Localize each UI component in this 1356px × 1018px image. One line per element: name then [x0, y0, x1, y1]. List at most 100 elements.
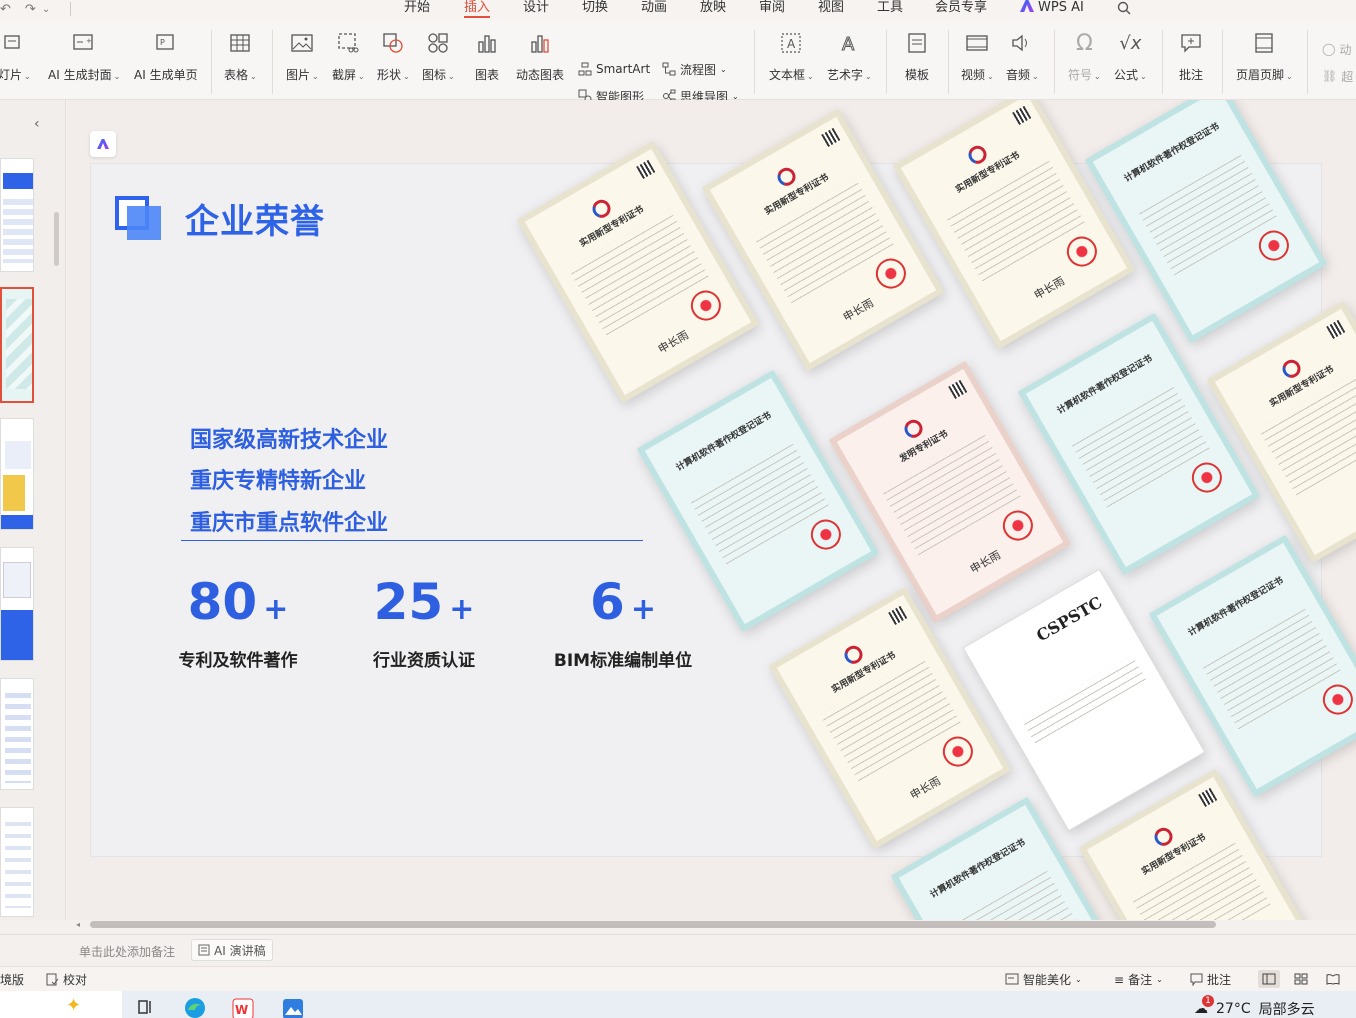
certificate-text-lines — [819, 655, 963, 784]
thumbnail-block — [1, 515, 33, 529]
slide-thumbnail-pane: ‹ — [0, 100, 66, 920]
normal-view-icon[interactable] — [1258, 970, 1280, 988]
ribbon-separator — [754, 30, 755, 94]
ai-cover-button[interactable]: + AI 生成封面 ⌄ — [48, 30, 120, 92]
weather-widget[interactable]: ☁ 1 27°C 局部多云 — [1194, 995, 1315, 1018]
shape-button[interactable]: 形状 ⌄ — [377, 30, 410, 92]
slide-thumbnail[interactable] — [0, 547, 34, 661]
scroll-left-icon[interactable]: ◂ — [76, 920, 80, 929]
ai-single-button[interactable]: P AI 生成单页 — [134, 30, 198, 92]
table-button[interactable]: 表格 ⌄ — [224, 30, 257, 92]
task-view-icon[interactable] — [136, 997, 158, 1018]
seal-icon — [937, 731, 979, 773]
certificate-text-lines — [1199, 603, 1343, 732]
slide-thumbnail-current[interactable] — [0, 287, 34, 403]
redo-icon[interactable]: ↷ — [25, 2, 36, 17]
beautify-label: 智能美化 — [1023, 973, 1072, 987]
picture-icon — [289, 30, 315, 56]
dynamic-chart-button[interactable]: 动态图表 — [516, 30, 564, 92]
search-icon[interactable] — [1117, 1, 1131, 15]
comment-toggle-label: 批注 — [1207, 973, 1232, 987]
menu-insert[interactable]: 插入 — [464, 0, 491, 18]
notes-toggle-button[interactable]: ≡ 备注 ⌄ — [1114, 971, 1163, 988]
menu-animation[interactable]: 动画 — [641, 0, 667, 18]
slide-thumbnail[interactable] — [0, 158, 34, 272]
stat-bim[interactable]: 6 + BIM标准编制单位 — [528, 572, 718, 671]
menu-home[interactable]: 开始 — [404, 0, 430, 18]
menu-slideshow[interactable]: 放映 — [700, 0, 726, 18]
ai-single-label: AI 生成单页 — [134, 68, 198, 82]
comment-button[interactable]: 批注 — [1178, 30, 1204, 92]
comment-toggle-button[interactable]: 批注 — [1190, 971, 1231, 988]
menu-transition[interactable]: 切换 — [582, 0, 608, 18]
stat-certifications[interactable]: 25 + 行业资质认证 — [329, 572, 519, 671]
certificate-text-lines — [1068, 381, 1212, 510]
ribbon-separator — [211, 30, 212, 94]
screenshot-button[interactable]: 截屏 ⌄ — [332, 30, 365, 92]
notes-placeholder[interactable]: 单击此处添加备注 — [79, 943, 175, 960]
wordart-button[interactable]: A 艺术字 ⌄ — [827, 30, 872, 92]
header-footer-button[interactable]: 页眉页脚 ⌄ — [1236, 30, 1293, 92]
ai-page-icon: P — [153, 30, 179, 56]
reading-view-icon[interactable] — [1322, 970, 1344, 988]
thumbnail-scrollbar[interactable] — [54, 212, 59, 266]
ai-speech-button[interactable]: AI 演讲稿 — [191, 939, 273, 961]
template-button[interactable]: 模板 — [904, 30, 930, 92]
thumbnail-block — [5, 693, 31, 783]
symbol-label: 符号 — [1068, 68, 1093, 82]
qr-code-icon — [821, 127, 841, 147]
proofread-button[interactable]: 校对 — [46, 971, 87, 988]
slide-thumbnail[interactable] — [0, 418, 34, 530]
slide-thumbnail[interactable] — [0, 807, 34, 917]
thumbnail-block — [5, 441, 31, 469]
menu-member[interactable]: 会员专享 — [935, 0, 987, 18]
audio-button[interactable]: 音频 ⌄ — [1006, 30, 1039, 92]
stat-patents[interactable]: 80 + 专利及软件著作 — [143, 572, 333, 671]
slide-title[interactable]: 企业荣誉 — [185, 194, 325, 243]
collapse-pane-icon[interactable]: ‹ — [34, 116, 40, 132]
smartart-button[interactable]: SmartArt — [578, 60, 650, 78]
qr-code-icon — [888, 605, 908, 625]
flowchart-icon — [662, 62, 676, 76]
new-slide-icon — [1, 30, 27, 56]
flowchart-button[interactable]: 流程图 ⌄ — [662, 60, 727, 78]
honor-item[interactable]: 重庆专精特新企业 — [190, 463, 366, 495]
wps-ai-badge[interactable] — [90, 131, 116, 157]
table-label: 表格 — [224, 68, 249, 82]
omega-icon: Ω — [1075, 30, 1093, 56]
shape-label: 形状 — [377, 68, 402, 82]
picture-button[interactable]: 图片 ⌄ — [286, 30, 319, 92]
menu-view[interactable]: 视图 — [818, 0, 844, 18]
stat-plus: + — [630, 592, 656, 627]
video-button[interactable]: 视频 ⌄ — [961, 30, 994, 92]
honor-item[interactable]: 国家级高新技术企业 — [190, 422, 388, 454]
undo-icon[interactable]: ↶ — [0, 2, 11, 17]
menu-tools[interactable]: 工具 — [877, 0, 903, 18]
photos-app-icon[interactable] — [282, 997, 304, 1018]
menu-design[interactable]: 设计 — [523, 0, 549, 18]
slide-sorter-view-icon[interactable] — [1290, 970, 1312, 988]
certificate-signature: 申长雨 — [1031, 274, 1067, 303]
ribbon-separator — [1054, 30, 1055, 94]
menu-review[interactable]: 审阅 — [759, 0, 785, 18]
wps-office-icon[interactable]: W — [232, 997, 254, 1018]
status-left-text[interactable]: 境版 — [0, 971, 24, 988]
formula-button[interactable]: √x 公式 ⌄ — [1114, 30, 1147, 92]
icon-button[interactable]: 图标 ⌄ — [422, 30, 455, 92]
chevron-down-icon[interactable]: ⌄ — [42, 4, 50, 15]
chart-button[interactable]: 图表 — [474, 30, 500, 92]
horizontal-scrollbar[interactable] — [90, 921, 1216, 928]
taskbar-widget-area[interactable]: ✦ — [0, 991, 122, 1018]
temperature-text: 27°C — [1216, 1001, 1251, 1017]
notes-bar: 单击此处添加备注 AI 演讲稿 — [0, 934, 1356, 966]
menu-wps-ai[interactable]: WPS AI — [1020, 0, 1084, 18]
copilot-sparkle-icon[interactable]: ✦ — [66, 995, 81, 1016]
beautify-button[interactable]: 智能美化 ⌄ — [1005, 971, 1082, 988]
wps-ai-logo-icon — [97, 139, 109, 149]
edge-browser-icon[interactable] — [184, 997, 206, 1018]
new-slide-button[interactable]: 灯片 ⌄ — [0, 30, 31, 92]
honor-item[interactable]: 重庆市重点软件企业 — [190, 505, 388, 537]
stat-caption: 行业资质认证 — [373, 651, 475, 671]
textbox-button[interactable]: A 文本框 ⌄ — [769, 30, 814, 92]
slide-thumbnail[interactable] — [0, 678, 34, 790]
